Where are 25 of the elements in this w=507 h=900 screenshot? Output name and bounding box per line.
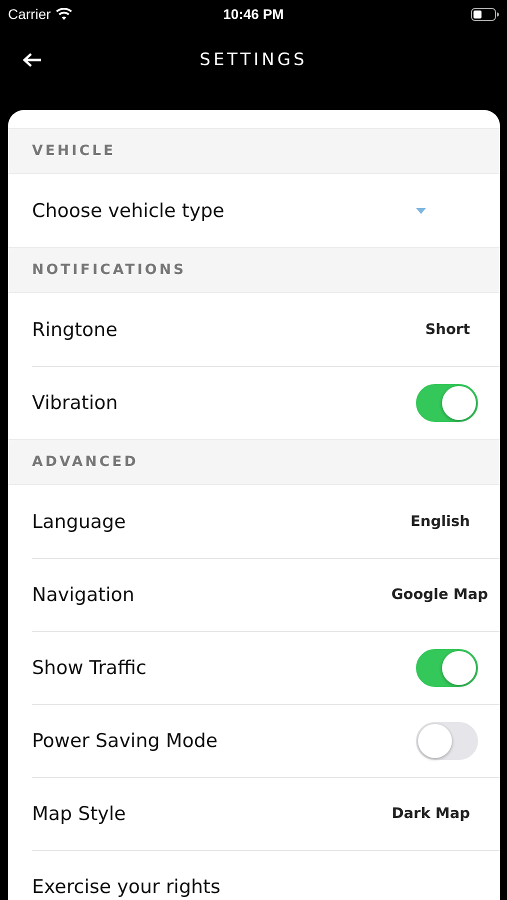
back-arrow-icon[interactable] — [22, 52, 42, 68]
setting-label: Map Style — [32, 802, 126, 824]
setting-value[interactable]: Short — [425, 322, 470, 338]
section-title: NOTIFICATIONS — [32, 262, 186, 278]
section-title: ADVANCED — [32, 454, 138, 470]
carrier-label: Carrier — [8, 6, 51, 22]
page-title: SETTINGS — [200, 50, 308, 70]
setting-label: Vibration — [32, 392, 118, 414]
setting-value[interactable]: Dark Map — [392, 806, 470, 822]
setting-value[interactable]: Google Map — [391, 586, 488, 602]
setting-label: Exercise your rights — [32, 876, 220, 898]
toggle-switch[interactable] — [416, 384, 478, 422]
wifi-icon — [56, 8, 72, 20]
setting-label: Language — [32, 510, 126, 532]
battery-icon — [471, 8, 499, 20]
toggle-switch[interactable] — [416, 648, 478, 686]
setting-label: Navigation — [32, 584, 134, 606]
setting-label: Show Traffic — [32, 656, 146, 678]
caret-icon[interactable] — [416, 208, 426, 214]
setting-label: Power Saving Mode — [32, 730, 218, 752]
status-time: 10:46 PM — [223, 6, 284, 22]
setting-label: Choose vehicle type — [32, 200, 224, 222]
setting-value[interactable]: English — [410, 514, 470, 530]
setting-label: Ringtone — [32, 318, 118, 340]
section-title: VEHICLE — [32, 143, 116, 159]
